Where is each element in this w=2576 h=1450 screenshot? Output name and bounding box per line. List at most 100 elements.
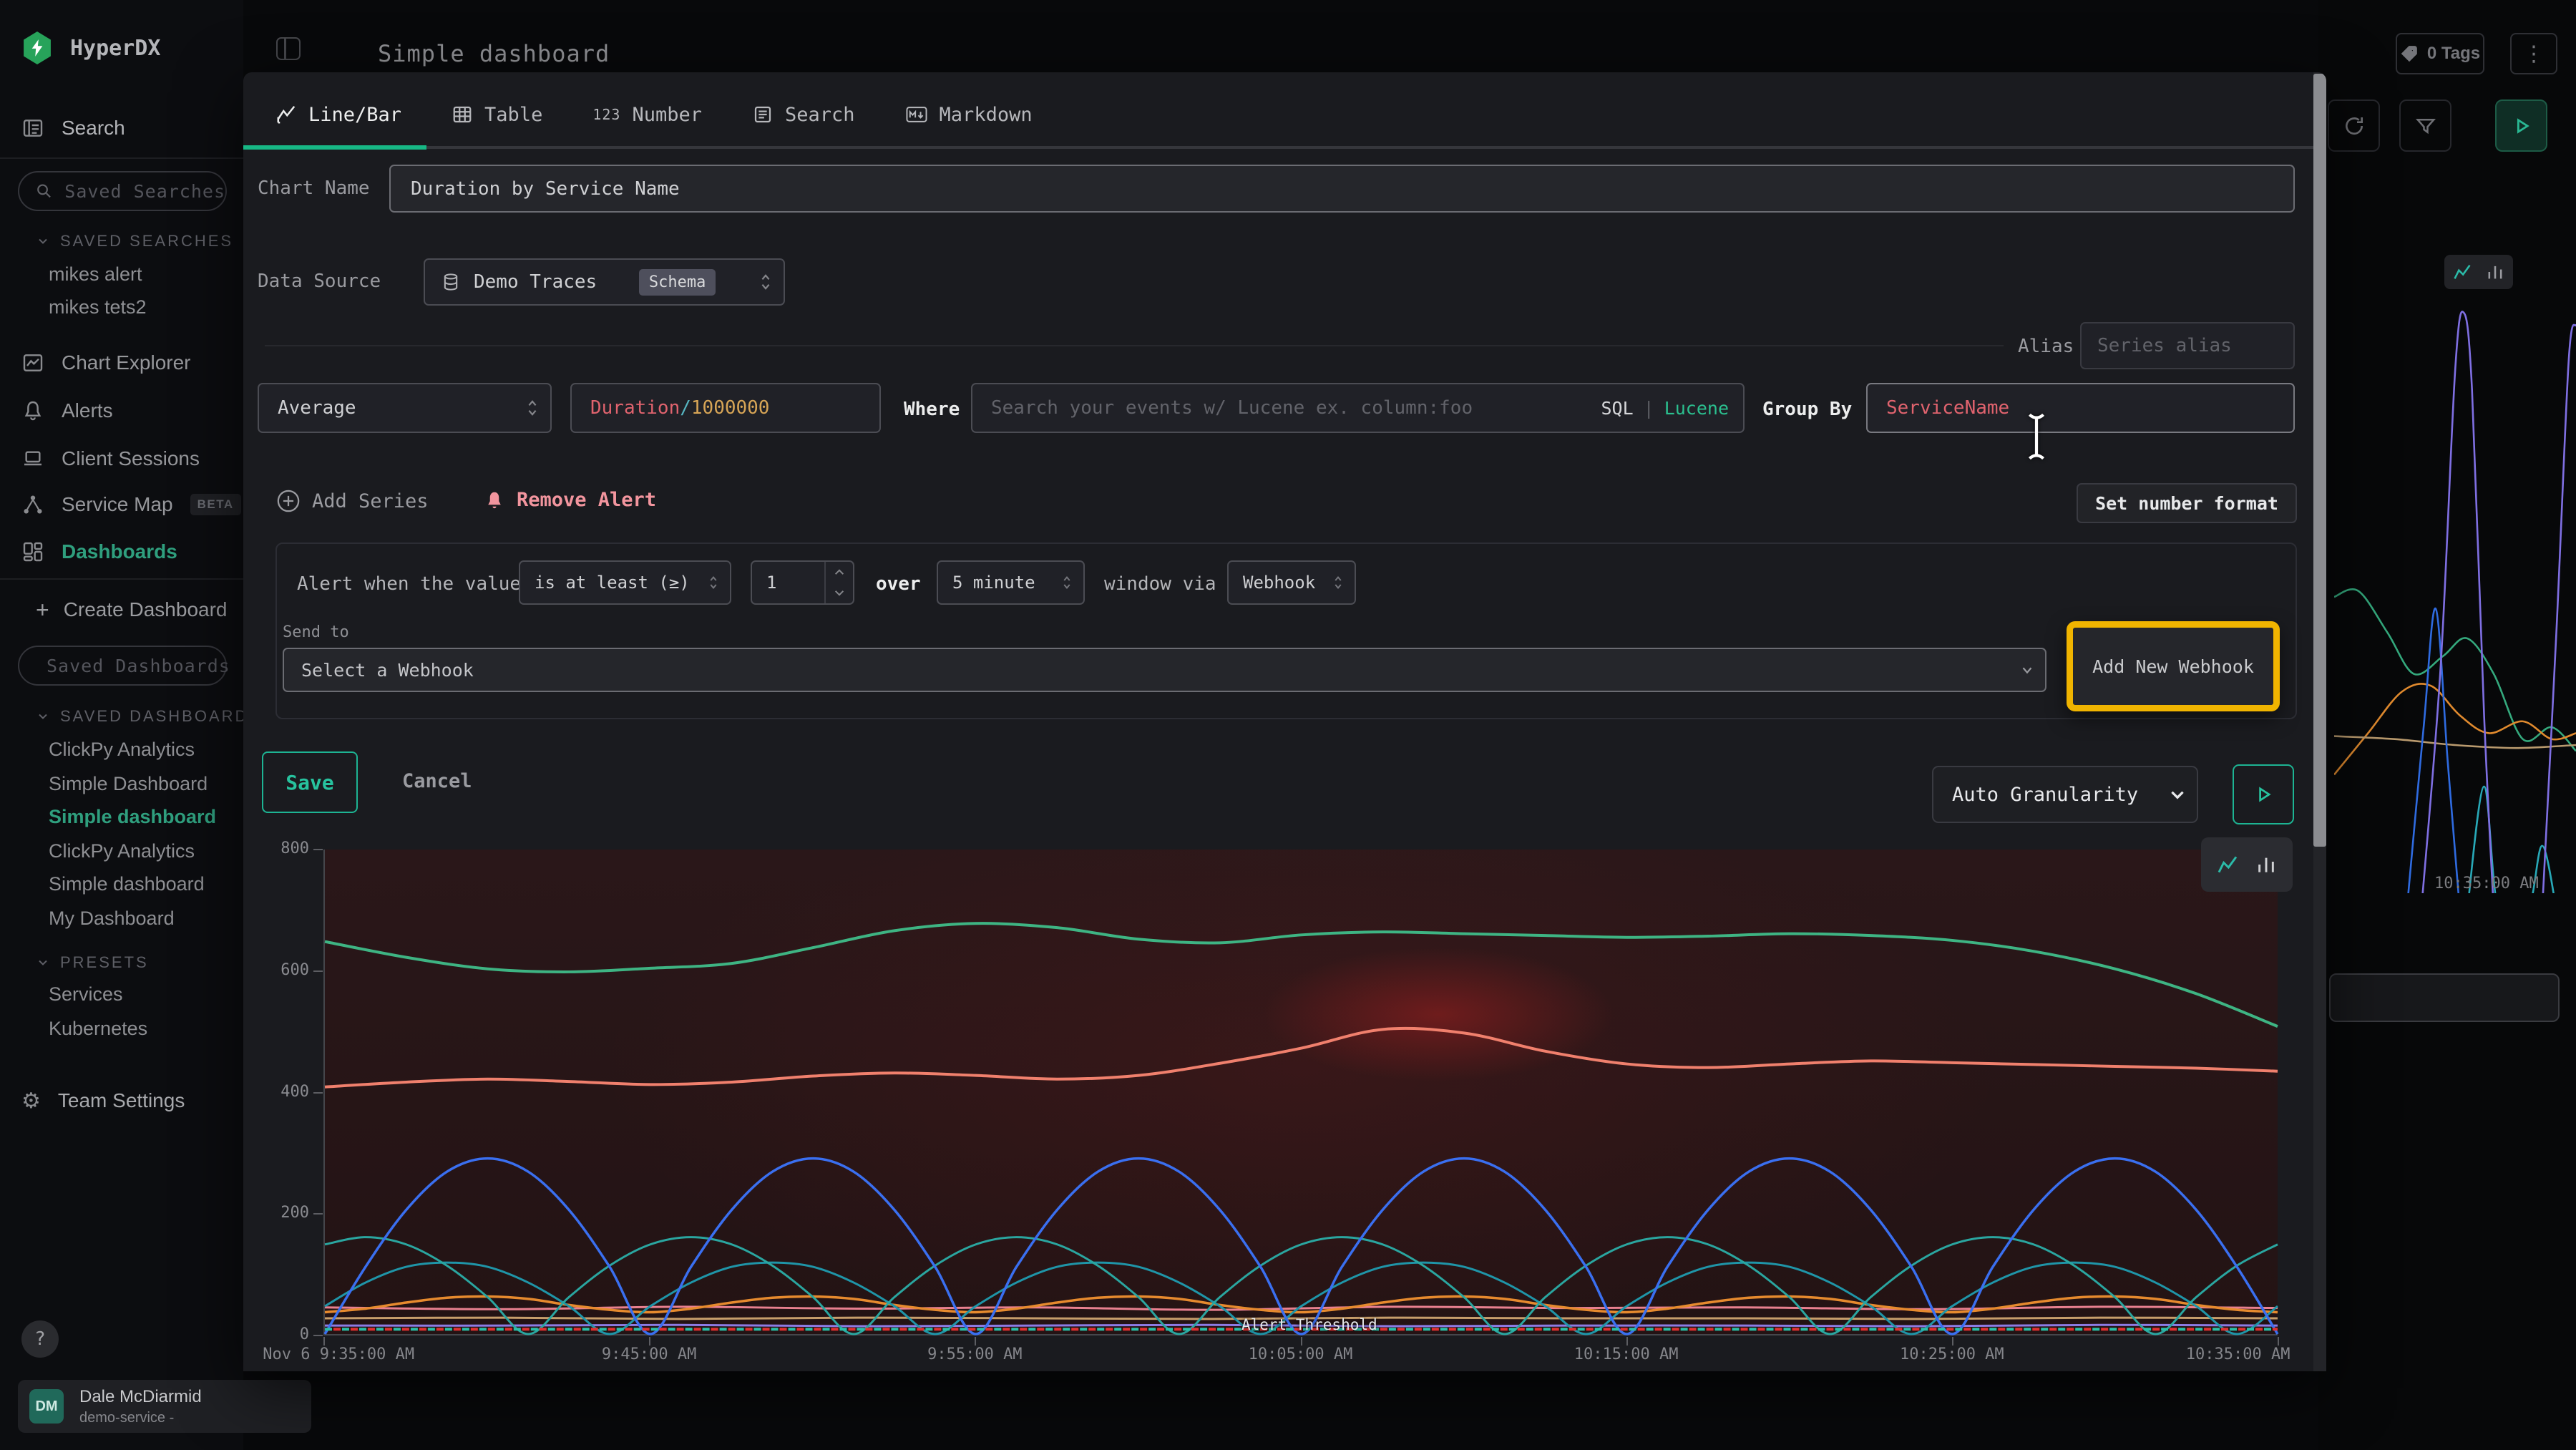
x-tick-label: 10:25:00 AM <box>1900 1346 2004 1363</box>
tab-table[interactable]: Table <box>452 104 542 126</box>
aggregation-select[interactable]: Average <box>258 383 552 433</box>
alert-value-input[interactable]: 1 <box>751 560 854 605</box>
dashboard-item[interactable]: Simple Dashboard <box>49 773 208 795</box>
tab-search[interactable]: Search <box>752 104 855 126</box>
group-by-label: Group By <box>1762 399 1852 420</box>
add-series-button[interactable]: Add Series <box>276 489 429 513</box>
chevron-down-icon <box>36 709 50 724</box>
refresh-icon <box>2343 115 2366 137</box>
tab-number[interactable]: 123 Number <box>592 104 702 126</box>
series-alias-input[interactable]: Series alias <box>2080 322 2295 369</box>
background-panel-fragment <box>2329 973 2560 1022</box>
kebab-menu-button[interactable]: ⋮ <box>2510 33 2557 74</box>
save-button[interactable]: Save <box>262 751 358 813</box>
chart-name-input[interactable]: Duration by Service Name <box>389 165 2295 213</box>
sql-toggle[interactable]: SQL <box>1601 398 1633 419</box>
markdown-icon <box>905 104 928 125</box>
preset-item[interactable]: Services <box>49 983 123 1006</box>
alert-operator-select[interactable]: is at least (≥) <box>519 560 731 605</box>
dashboard-item[interactable]: ClickPy Analytics <box>49 739 195 761</box>
refresh-button[interactable] <box>2328 99 2380 152</box>
plus-circle-icon <box>276 489 301 513</box>
schema-badge: Schema <box>639 269 716 296</box>
divider <box>0 578 243 580</box>
alert-window-select[interactable]: 5 minute <box>937 560 1085 605</box>
where-search-input[interactable]: Search your events w/ Lucene ex. column:… <box>971 383 1745 433</box>
webhook-select[interactable]: Select a Webhook <box>283 648 2046 692</box>
select-chevrons-icon <box>525 397 540 419</box>
saved-searches-input[interactable]: Saved Searches <box>18 171 227 211</box>
sidebar-collapse-button[interactable] <box>276 37 301 60</box>
bell-icon <box>21 399 44 422</box>
x-tick-mark <box>1301 1337 1302 1346</box>
sidebar-item-team-settings[interactable]: ⚙ Team Settings <box>0 1081 243 1121</box>
x-tick-label: 9:45:00 AM <box>602 1346 696 1363</box>
data-source-select[interactable]: Demo Traces Schema <box>424 258 785 306</box>
presets-header[interactable]: PRESETS <box>36 953 149 972</box>
background-series <box>2421 311 2494 893</box>
line-chart-icon[interactable] <box>2452 262 2472 282</box>
saved-search-item[interactable]: mikes alert <box>49 263 142 286</box>
add-webhook-button[interactable]: Add New Webhook <box>2092 656 2254 677</box>
create-dashboard-button[interactable]: + Create Dashboard <box>0 590 243 630</box>
table-icon <box>452 104 473 125</box>
kebab-icon: ⋮ <box>2523 42 2545 67</box>
alert-preview-chart <box>323 850 2278 1335</box>
tab-bar: Line/Bar Table 123 Number Search Markdow… <box>275 89 1033 140</box>
preset-item[interactable]: Kubernetes <box>49 1018 147 1040</box>
saved-dashboards-input[interactable]: Saved Dashboards <box>18 646 227 686</box>
granularity-select[interactable]: Auto Granularity <box>1932 766 2198 823</box>
field-expression-input[interactable]: Duration/1000000 <box>570 383 881 433</box>
background-mini-chart <box>2334 301 2576 893</box>
sidebar-item-dashboards[interactable]: Dashboards <box>0 532 243 572</box>
set-number-format-button[interactable]: Set number format <box>2077 483 2297 523</box>
sidebar-item-chart-explorer[interactable]: Chart Explorer <box>0 343 243 383</box>
modal-scrollbar-thumb[interactable] <box>2313 74 2326 847</box>
select-chevrons-icon <box>1060 573 1073 592</box>
filter-button[interactable] <box>2399 99 2451 152</box>
bar-chart-icon[interactable] <box>2255 853 2278 876</box>
group-by-input[interactable]: ServiceName <box>1866 383 2295 433</box>
chevron-down-icon <box>834 589 845 597</box>
alert-channel-select[interactable]: Webhook <box>1227 560 1356 605</box>
lucene-toggle[interactable]: Lucene <box>1664 398 1729 419</box>
tab-line-bar[interactable]: Line/Bar <box>275 104 401 126</box>
background-series <box>2406 608 2459 893</box>
y-tick-mark <box>313 849 323 850</box>
saved-searches-header[interactable]: SAVED SEARCHES <box>36 232 233 250</box>
sidebar-search-label: Search <box>62 117 125 140</box>
dashboard-item[interactable]: ClickPy Analytics <box>49 840 195 862</box>
cancel-button[interactable]: Cancel <box>402 770 472 792</box>
tab-markdown[interactable]: Markdown <box>905 104 1033 126</box>
logo[interactable]: HyperDX <box>0 28 243 68</box>
number-stepper[interactable] <box>824 562 853 603</box>
line-chart-icon[interactable] <box>2216 853 2239 876</box>
user-chip[interactable]: DM Dale McDiarmid demo-service - <box>18 1380 311 1433</box>
help-button[interactable]: ? <box>21 1320 59 1358</box>
saved-dashboards-header[interactable]: SAVED DASHBOARDS <box>36 707 261 726</box>
sidebar-item-search[interactable]: Search <box>0 108 243 148</box>
chevron-down-icon <box>36 955 50 970</box>
run-query-button[interactable] <box>2495 99 2547 152</box>
panel-divider-icon <box>284 39 286 59</box>
run-chart-button[interactable] <box>2233 764 2294 824</box>
beta-badge: BETA <box>190 494 241 515</box>
sidebar-item-alerts[interactable]: Alerts <box>0 391 243 431</box>
tags-button[interactable]: 0 Tags <box>2396 33 2484 74</box>
series-green-line <box>325 923 2278 1026</box>
remove-alert-button[interactable]: Remove Alert <box>484 489 656 511</box>
x-tick-label: 10:35:00 AM <box>2186 1346 2290 1363</box>
add-webhook-highlight[interactable]: Add New Webhook <box>2067 621 2280 711</box>
sidebar-item-service-map[interactable]: Service Map BETA <box>0 485 243 525</box>
dashboard-item-active[interactable]: Simple dashboard <box>49 806 216 828</box>
lang-divider: | <box>1644 398 1654 419</box>
alert-prefix-label: Alert when the value <box>297 573 521 595</box>
y-tick-mark <box>313 1092 323 1094</box>
play-icon <box>2253 784 2274 805</box>
dashboard-item[interactable]: My Dashboard <box>49 908 175 930</box>
bar-chart-icon[interactable] <box>2485 262 2505 282</box>
saved-search-item[interactable]: mikes tets2 <box>49 296 147 318</box>
sidebar-item-client-sessions[interactable]: Client Sessions <box>0 439 243 479</box>
chevron-down-icon <box>2168 785 2187 804</box>
dashboard-item[interactable]: Simple dashboard <box>49 873 205 895</box>
